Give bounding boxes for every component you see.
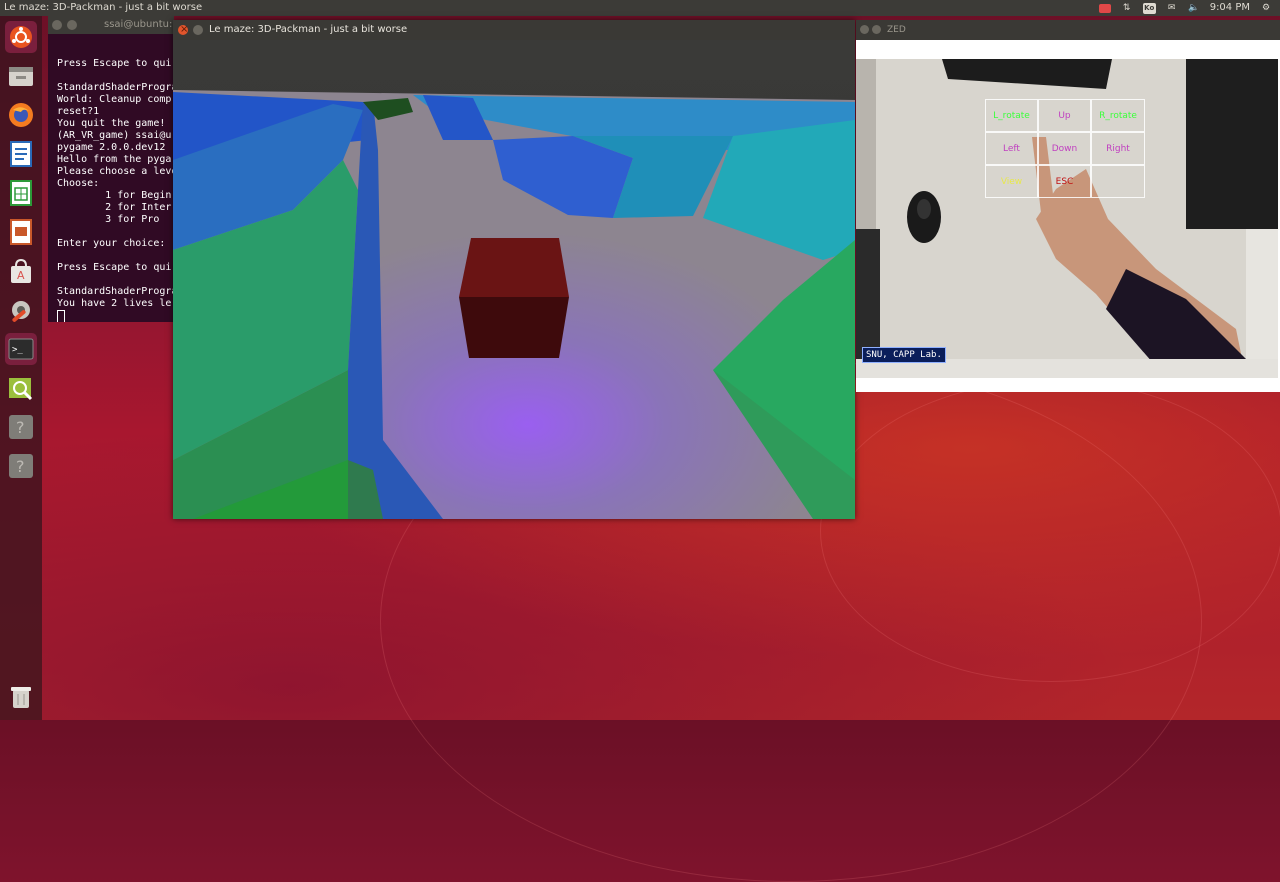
terminal-line: You quit the game! — [57, 118, 166, 129]
settings-icon[interactable] — [5, 294, 37, 326]
player-cube-front — [459, 297, 569, 358]
zed-titlebar[interactable]: ZED — [856, 20, 1280, 40]
volume-icon[interactable]: 🔈 — [1188, 3, 1200, 14]
terminal-line: 3 for Pro — [105, 214, 160, 225]
game-3d-viewport[interactable] — [173, 40, 855, 519]
gesture-cell: Right — [1091, 132, 1145, 165]
terminal-output[interactable]: Press Escape to qui StandardShaderProgra… — [57, 46, 174, 322]
game-titlebar[interactable]: Le maze: 3D-Packman - just a bit worse — [173, 20, 855, 40]
terminal-line: StandardShaderProgra — [57, 286, 174, 297]
lab-badge: SNU, CAPP Lab. — [862, 347, 946, 363]
gesture-cell — [1091, 165, 1145, 198]
active-window-title: Le maze: 3D-Packman - just a bit worse — [4, 2, 203, 13]
gesture-cell: L_rotate — [985, 99, 1038, 132]
svg-text:?: ? — [16, 457, 25, 476]
clock[interactable]: 9:04 PM — [1210, 0, 1250, 16]
svg-text:A: A — [17, 269, 25, 282]
terminal-line: pygame 2.0.0.dev12 — [57, 142, 166, 153]
terminal-title: ssai@ubuntu: — [104, 19, 173, 30]
close-button[interactable] — [52, 20, 62, 30]
terminal-line: Choose: — [57, 178, 100, 189]
terminal-line: World: Cleanup comp — [57, 94, 172, 105]
gesture-grid: L_rotate Up R_rotate Left Down Right View ESC — [985, 99, 1145, 198]
libreoffice-writer-icon[interactable] — [5, 138, 37, 170]
gesture-cell: R_rotate — [1091, 99, 1145, 132]
player-cube — [459, 238, 569, 297]
svg-text:>_: >_ — [12, 345, 23, 355]
terminal-titlebar[interactable]: ssai@ubuntu: — [48, 16, 174, 34]
network-icon[interactable]: ⇅ — [1121, 3, 1133, 14]
gesture-cell: Left — [985, 132, 1038, 165]
libreoffice-calc-icon[interactable] — [5, 177, 37, 209]
terminal-line: You have 2 lives le — [57, 298, 172, 309]
terminal-line: Press Escape to qui — [57, 262, 172, 273]
terminal-cursor — [57, 310, 65, 322]
wallpaper-arc — [820, 380, 1280, 682]
close-button[interactable] — [860, 25, 869, 34]
launcher: A >_ ? ? — [0, 16, 42, 720]
gesture-cell: View — [985, 165, 1038, 198]
minimize-button[interactable] — [67, 20, 77, 30]
zed-camera-window[interactable]: ZED L_rotate Up R_rotate Left Down Right View E… — [856, 20, 1280, 392]
file-manager-icon[interactable] — [5, 60, 37, 92]
trash-icon[interactable] — [5, 681, 37, 713]
top-panel: Le maze: 3D-Packman - just a bit worse ⇅… — [0, 0, 1280, 16]
terminal-window[interactable]: ssai@ubuntu: Press Escape to qui Standar… — [48, 16, 174, 322]
mail-icon[interactable]: ✉ — [1166, 3, 1178, 14]
game-window[interactable]: Le maze: 3D-Packman - just a bit worse — [173, 20, 855, 519]
terminal-line: StandardShaderProgra — [57, 82, 174, 93]
unknown-app-icon[interactable]: ? — [5, 450, 37, 482]
ubuntu-dash-icon[interactable] — [5, 21, 37, 53]
gesture-cell: ESC — [1038, 165, 1091, 198]
keyboard-layout-indicator[interactable]: Ko — [1142, 2, 1156, 14]
system-tray: ⇅ Ko ✉ 🔈 9:04 PM ⚙ — [1098, 0, 1272, 16]
terminal-line: Hello from the pyga — [57, 154, 172, 165]
gesture-cell: Down — [1038, 132, 1091, 165]
terminal-line: 2 for Inter — [105, 202, 172, 213]
unknown-app-icon[interactable]: ? — [5, 411, 37, 443]
terminal-line: Enter your choice: — [57, 238, 166, 249]
terminal-line: reset?1 — [57, 106, 100, 117]
game-window-title: Le maze: 3D-Packman - just a bit worse — [209, 24, 408, 35]
screen-record-icon[interactable] — [1098, 3, 1111, 13]
minimize-button[interactable] — [872, 25, 881, 34]
zed-window-title: ZED — [887, 25, 906, 35]
libreoffice-impress-icon[interactable] — [5, 216, 37, 248]
minimize-button[interactable] — [193, 25, 203, 35]
software-center-icon[interactable]: A — [5, 255, 37, 287]
image-viewer-icon[interactable] — [5, 372, 37, 404]
terminal-line: 1 for Begin — [105, 190, 172, 201]
svg-text:?: ? — [16, 418, 25, 437]
terminal-line: Press Escape to qui — [57, 58, 172, 69]
gesture-cell: Up — [1038, 99, 1091, 132]
terminal-icon[interactable]: >_ — [5, 333, 37, 365]
close-button[interactable] — [178, 20, 188, 40]
power-gear-icon[interactable]: ⚙ — [1260, 3, 1272, 14]
camera-feed: L_rotate Up R_rotate Left Down Right View ESC S… — [856, 59, 1278, 378]
firefox-icon[interactable] — [5, 99, 37, 131]
terminal-line: (AR_VR_game) ssai@u — [57, 130, 172, 141]
terminal-line: Please choose a leve — [57, 166, 174, 177]
